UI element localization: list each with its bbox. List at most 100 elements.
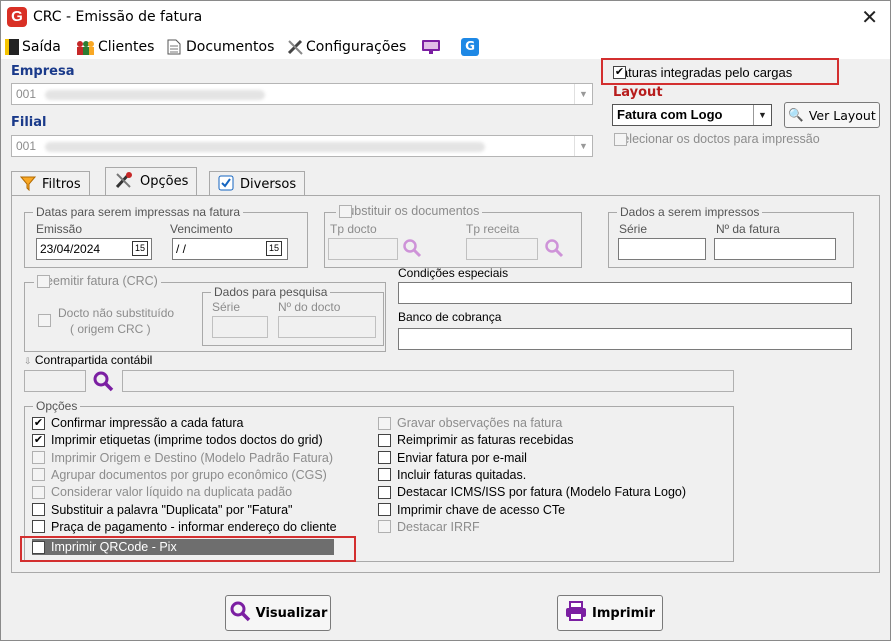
option-label: Imprimir chave de acesso CTe xyxy=(397,502,566,517)
funnel-icon xyxy=(19,175,37,195)
option-row[interactable]: Agrupar documentos por grupo econômico (… xyxy=(32,468,327,482)
selecionar-doctos-option[interactable]: Selecionar os doctos para impressão xyxy=(614,132,820,146)
option-checkbox[interactable] xyxy=(32,451,45,465)
option-row[interactable]: Considerar valor líquido na duplicata pa… xyxy=(32,485,292,499)
chevron-down-icon[interactable]: ▼ xyxy=(753,105,771,125)
visualizar-label: Visualizar xyxy=(255,605,328,621)
tools-icon xyxy=(287,39,303,55)
visualizar-button[interactable]: Visualizar xyxy=(225,595,331,631)
option-row[interactable]: ✔ Imprimir etiquetas (imprime todos docto… xyxy=(32,433,323,447)
option-checkbox[interactable] xyxy=(378,503,391,516)
option-row[interactable]: Destacar ICMS/ISS por fatura (Modelo Fat… xyxy=(378,485,686,499)
redacted-text xyxy=(45,141,486,152)
pesquisa-serie-input[interactable] xyxy=(212,316,268,338)
app-shortcut-button[interactable]: G xyxy=(461,37,479,57)
chevron-down-icon[interactable]: ▼ xyxy=(574,84,592,104)
option-row[interactable]: Enviar fatura por e-mail xyxy=(378,451,527,465)
option-row[interactable]: Incluir faturas quitadas. xyxy=(378,468,526,482)
option-checkbox[interactable] xyxy=(32,520,45,534)
reemitir-option[interactable]: Reemitir fatura (CRC) xyxy=(34,274,161,288)
magnifier-doc-icon: 🔍 xyxy=(788,107,804,122)
option-label: Praça de pagamento - informar endereço d… xyxy=(51,519,337,534)
contrapartida-desc-input[interactable] xyxy=(122,370,734,392)
app-g-icon: G xyxy=(461,38,479,56)
monitor-button[interactable] xyxy=(421,37,440,57)
numero-fatura-input[interactable] xyxy=(714,238,836,260)
option-checkbox[interactable] xyxy=(32,503,45,516)
calendar-icon[interactable]: 15 xyxy=(132,241,148,256)
option-checkbox[interactable] xyxy=(32,468,45,482)
option-row[interactable]: Gravar observações na fatura xyxy=(378,416,562,430)
close-button[interactable]: ✕ xyxy=(861,5,878,30)
option-checkbox[interactable]: ✔ xyxy=(32,433,45,447)
option-label: Confirmar impressão a cada fatura xyxy=(51,416,244,430)
tools-options-icon xyxy=(114,171,134,193)
option-label: Destacar IRRF xyxy=(397,519,480,534)
option-checkbox[interactable] xyxy=(378,485,391,499)
option-row[interactable]: Imprimir Origem e Destino (Modelo Padrão… xyxy=(32,451,333,465)
docto-nao-substituido-checkbox[interactable] xyxy=(38,314,51,327)
origem-crc-label: ( origem CRC ) xyxy=(70,322,151,336)
reemitir-checkbox[interactable] xyxy=(37,274,50,288)
option-row[interactable]: ✔ Confirmar impressão a cada fatura xyxy=(32,416,243,430)
search-icon[interactable] xyxy=(92,370,114,395)
menu-documentos[interactable]: Documentos xyxy=(167,37,274,57)
dados-pesquisa-legend: Dados para pesquisa xyxy=(211,285,331,299)
docto-nao-substituido-label: Docto não substituído xyxy=(58,306,175,320)
option-row[interactable]: Reimprimir as faturas recebidas xyxy=(378,433,573,447)
pesquisa-numero-input[interactable] xyxy=(278,316,376,338)
option-row[interactable]: Praça de pagamento - informar endereço d… xyxy=(32,520,337,534)
ver-layout-button[interactable]: 🔍 Ver Layout xyxy=(784,102,880,128)
option-checkbox[interactable] xyxy=(378,468,391,482)
arrow-down-icon: ⇩ xyxy=(24,356,32,366)
menu-configuracoes[interactable]: Configurações xyxy=(287,37,406,57)
search-icon[interactable] xyxy=(544,238,564,261)
empresa-combo[interactable]: 001 ▼ xyxy=(11,83,593,105)
title-bar: G CRC - Emissão de fatura ✕ xyxy=(1,1,890,33)
banco-label: Banco de cobrança xyxy=(398,310,502,324)
option-checkbox[interactable] xyxy=(32,485,45,499)
substituir-checkbox[interactable] xyxy=(339,204,352,218)
menu-bar: Saída Clientes Documentos Configurações xyxy=(1,33,890,59)
option-row[interactable]: Substituir a palavra "Duplicata" por "Fa… xyxy=(32,503,292,517)
option-label: Imprimir Origem e Destino (Modelo Padrão… xyxy=(51,450,334,465)
faturas-integradas-checkbox[interactable]: ✔ xyxy=(613,66,626,79)
tab-filtros[interactable]: Filtros xyxy=(11,171,90,197)
layout-label: Layout xyxy=(613,85,663,100)
vencimento-label: Vencimento xyxy=(170,222,233,236)
tab-diversos[interactable]: Diversos xyxy=(209,171,306,197)
substituir-option[interactable]: Substituir os documentos xyxy=(336,204,483,218)
serie-input[interactable] xyxy=(618,238,706,260)
contrapartida-text: Contrapartida contábil xyxy=(34,353,153,367)
option-row[interactable]: Destacar IRRF xyxy=(378,520,480,534)
faturas-integradas-option[interactable]: ✔ Faturas integradas pelo cargas xyxy=(613,65,792,80)
tp-docto-input[interactable] xyxy=(328,238,398,260)
option-checkbox[interactable] xyxy=(378,520,391,534)
filial-combo[interactable]: 001 ▼ xyxy=(11,135,593,157)
selecionar-doctos-checkbox[interactable] xyxy=(614,132,627,146)
tab-opcoes[interactable]: Opções xyxy=(105,167,198,195)
tp-docto-label: Tp docto xyxy=(330,222,377,236)
banco-input[interactable] xyxy=(398,328,852,350)
tp-receita-input[interactable] xyxy=(466,238,538,260)
option-checkbox[interactable] xyxy=(378,451,391,465)
layout-select[interactable]: Fatura com Logo ▼ xyxy=(612,104,772,126)
condicoes-input[interactable] xyxy=(398,282,852,304)
highlight-box xyxy=(20,536,356,562)
contrapartida-code-input[interactable] xyxy=(24,370,86,392)
search-icon[interactable] xyxy=(402,238,422,261)
option-checkbox[interactable] xyxy=(378,416,391,430)
menu-clientes[interactable]: Clientes xyxy=(75,37,154,57)
option-row[interactable]: Imprimir chave de acesso CTe xyxy=(378,503,565,517)
tab-diversos-label: Diversos xyxy=(240,177,297,192)
imprimir-button[interactable]: Imprimir xyxy=(557,595,663,631)
pesquisa-serie-label: Série xyxy=(212,300,241,314)
menu-saida[interactable]: Saída xyxy=(5,37,61,57)
chevron-down-icon[interactable]: ▼ xyxy=(574,136,592,156)
calendar-icon[interactable]: 15 xyxy=(266,241,282,256)
option-checkbox[interactable] xyxy=(378,433,391,447)
option-checkbox[interactable]: ✔ xyxy=(32,416,45,430)
pesquisa-numero-label: Nº do docto xyxy=(278,300,341,314)
option-label: Agrupar documentos por grupo econômico (… xyxy=(51,467,327,482)
condicoes-label: Condições especiais xyxy=(398,266,509,280)
